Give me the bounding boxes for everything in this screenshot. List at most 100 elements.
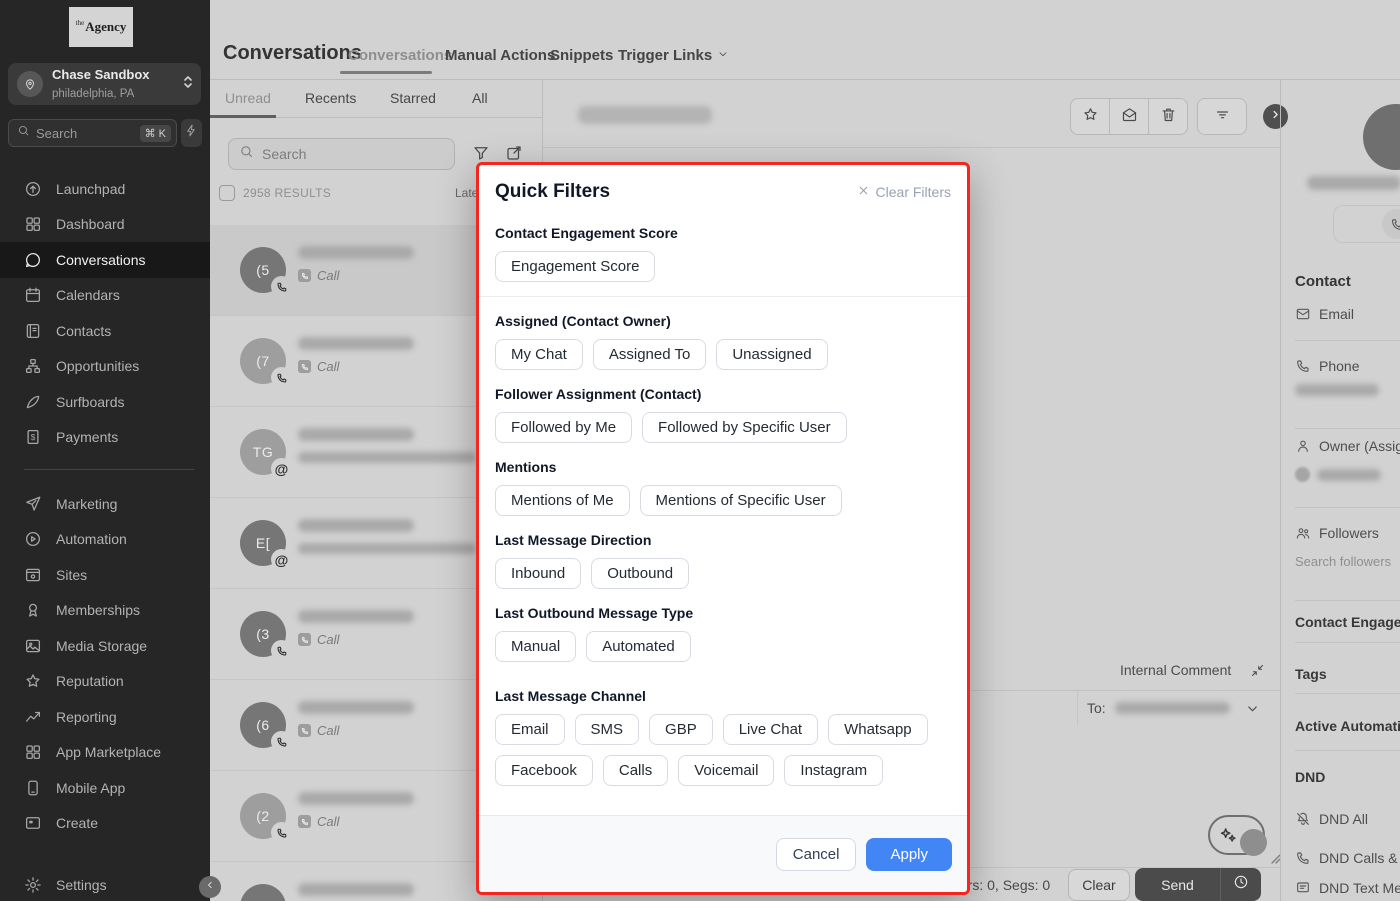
sidebar-collapse-button[interactable] [199, 876, 221, 898]
redacted-contact-name [1307, 176, 1400, 190]
redacted-message-preview [298, 543, 476, 554]
sidebar-item-reporting[interactable]: Reporting [0, 699, 210, 735]
dnd-all-row[interactable]: DND All [1295, 811, 1368, 827]
filter-chip[interactable]: Followed by Specific User [642, 412, 847, 443]
dnd-calls-row[interactable]: DND Calls & Vo [1295, 850, 1400, 866]
sidebar-search[interactable]: ⌘ K [8, 119, 177, 147]
sidebar-item-surfboards[interactable]: Surfboards [0, 384, 210, 420]
panel-divider [1295, 693, 1400, 694]
clear-filters-button[interactable]: Clear Filters [857, 184, 951, 200]
filter-chip[interactable]: GBP [649, 714, 713, 745]
mark-read-button[interactable] [1109, 98, 1149, 135]
filter-chip[interactable]: Assigned To [593, 339, 706, 370]
sidebar-item-mobile-app[interactable]: Mobile App [0, 770, 210, 806]
sidebar-search-input[interactable] [36, 126, 140, 141]
conversation-search-input[interactable] [262, 146, 444, 162]
sidebar-item-create[interactable]: Create [0, 806, 210, 842]
sidebar-item-launchpad[interactable]: Launchpad [0, 171, 210, 207]
filter-chip[interactable]: Email [495, 714, 565, 745]
section-tags[interactable]: Tags [1295, 666, 1327, 682]
star-button[interactable] [1070, 98, 1110, 135]
section-contact-engagement[interactable]: Contact Engage [1295, 614, 1400, 630]
surfboard-icon [24, 393, 42, 411]
detail-divider [543, 147, 1280, 148]
filter-chip[interactable]: Mentions of Specific User [640, 485, 842, 516]
sidebar-item-label: Media Storage [56, 638, 147, 654]
search-followers-field[interactable]: Search followers [1295, 554, 1391, 569]
tab-snippets[interactable]: Snippets [550, 47, 613, 64]
filter-chip[interactable]: Automated [586, 631, 691, 662]
clear-button[interactable]: Clear [1068, 869, 1130, 901]
apply-button[interactable]: Apply [866, 838, 952, 871]
dnd-text-row[interactable]: DND Text Mess [1295, 880, 1400, 896]
filter-chip[interactable]: Whatsapp [828, 714, 928, 745]
conversation-search[interactable] [228, 138, 455, 170]
sidebar-item-memberships[interactable]: Memberships [0, 593, 210, 629]
filter-chip[interactable]: Facebook [495, 755, 593, 786]
sidebar-item-marketing[interactable]: Marketing [0, 486, 210, 522]
sort-filter-button[interactable] [1197, 98, 1247, 135]
agency-logo: the Agency [69, 7, 133, 47]
panel-divider [1295, 750, 1400, 751]
sidebar-item-sites[interactable]: Sites [0, 557, 210, 593]
followers-row[interactable]: Followers [1295, 525, 1379, 541]
sidebar-item-calendars[interactable]: Calendars [0, 278, 210, 314]
quick-actions-button[interactable] [181, 119, 202, 147]
owner-row[interactable]: Owner (Assig [1295, 438, 1400, 454]
filter-funnel-icon[interactable] [472, 144, 490, 162]
section-active-automations[interactable]: Active Automati [1295, 718, 1400, 734]
chevron-down-icon[interactable] [1245, 701, 1260, 716]
sidebar-item-app-marketplace[interactable]: App Marketplace [0, 735, 210, 771]
ai-assistant-button[interactable] [1208, 815, 1265, 855]
app-window: the Agency Chase Sandbox philadelphia, P… [0, 0, 1400, 901]
select-all-checkbox[interactable] [219, 185, 235, 201]
sidebar-item-automation[interactable]: Automation [0, 522, 210, 558]
tab-conversations[interactable]: Conversations [348, 47, 452, 64]
section-dnd[interactable]: DND [1295, 769, 1325, 785]
cancel-button[interactable]: Cancel [776, 838, 857, 871]
filter-chip[interactable]: Unassigned [716, 339, 827, 370]
collapse-icon[interactable] [1250, 663, 1265, 678]
filter-chip[interactable]: Calls [603, 755, 668, 786]
sidebar-item-opportunities[interactable]: Opportunities [0, 349, 210, 385]
call-button[interactable] [1382, 209, 1400, 239]
compose-icon[interactable] [505, 144, 523, 162]
sidebar-item-contacts[interactable]: Contacts [0, 313, 210, 349]
filter-chip[interactable]: Manual [495, 631, 576, 662]
filter-chip[interactable]: SMS [575, 714, 640, 745]
internal-comment-tab[interactable]: Internal Comment [1120, 662, 1231, 678]
sidebar-item-payments[interactable]: $ Payments [0, 420, 210, 456]
filter-chip[interactable]: Live Chat [723, 714, 818, 745]
search-icon [17, 124, 30, 142]
phone-row[interactable]: Phone [1295, 358, 1359, 374]
active-tab-underline [340, 71, 432, 74]
sidebar-item-dashboard[interactable]: Dashboard [0, 207, 210, 243]
sidebar-item-media-storage[interactable]: Media Storage [0, 628, 210, 664]
sidebar-item-reputation[interactable]: Reputation [0, 664, 210, 700]
filter-chip[interactable]: Voicemail [678, 755, 774, 786]
filter-chip[interactable]: Instagram [784, 755, 883, 786]
delete-button[interactable] [1148, 98, 1188, 135]
email-row[interactable]: Email [1295, 306, 1354, 322]
filter-chip[interactable]: Engagement Score [495, 251, 655, 282]
filter-chip[interactable]: Followed by Me [495, 412, 632, 443]
subtab-unread[interactable]: Unread [225, 90, 271, 106]
subtab-recents[interactable]: Recents [305, 90, 356, 106]
send-button[interactable]: Send [1135, 868, 1261, 901]
tab-trigger-links[interactable]: Trigger Links [618, 47, 729, 64]
account-switcher[interactable]: Chase Sandbox philadelphia, PA [8, 63, 201, 105]
filter-chip[interactable]: Inbound [495, 558, 581, 589]
tab-manual-actions[interactable]: Manual Actions [445, 47, 555, 64]
filter-section-label: Mentions [495, 459, 951, 475]
sidebar-item-label: Calendars [56, 287, 120, 303]
filter-chip[interactable]: My Chat [495, 339, 583, 370]
schedule-send-button[interactable] [1221, 868, 1261, 901]
filter-chip[interactable]: Outbound [591, 558, 689, 589]
sidebar-item-settings[interactable]: Settings [0, 867, 210, 901]
sidebar-item-conversations[interactable]: Conversations [0, 242, 210, 278]
subtab-all[interactable]: All [472, 90, 488, 106]
subtab-starred[interactable]: Starred [390, 90, 436, 106]
contact-avatar [1363, 104, 1400, 170]
filter-chip[interactable]: Mentions of Me [495, 485, 630, 516]
sidebar-item-label: Automation [56, 531, 127, 547]
